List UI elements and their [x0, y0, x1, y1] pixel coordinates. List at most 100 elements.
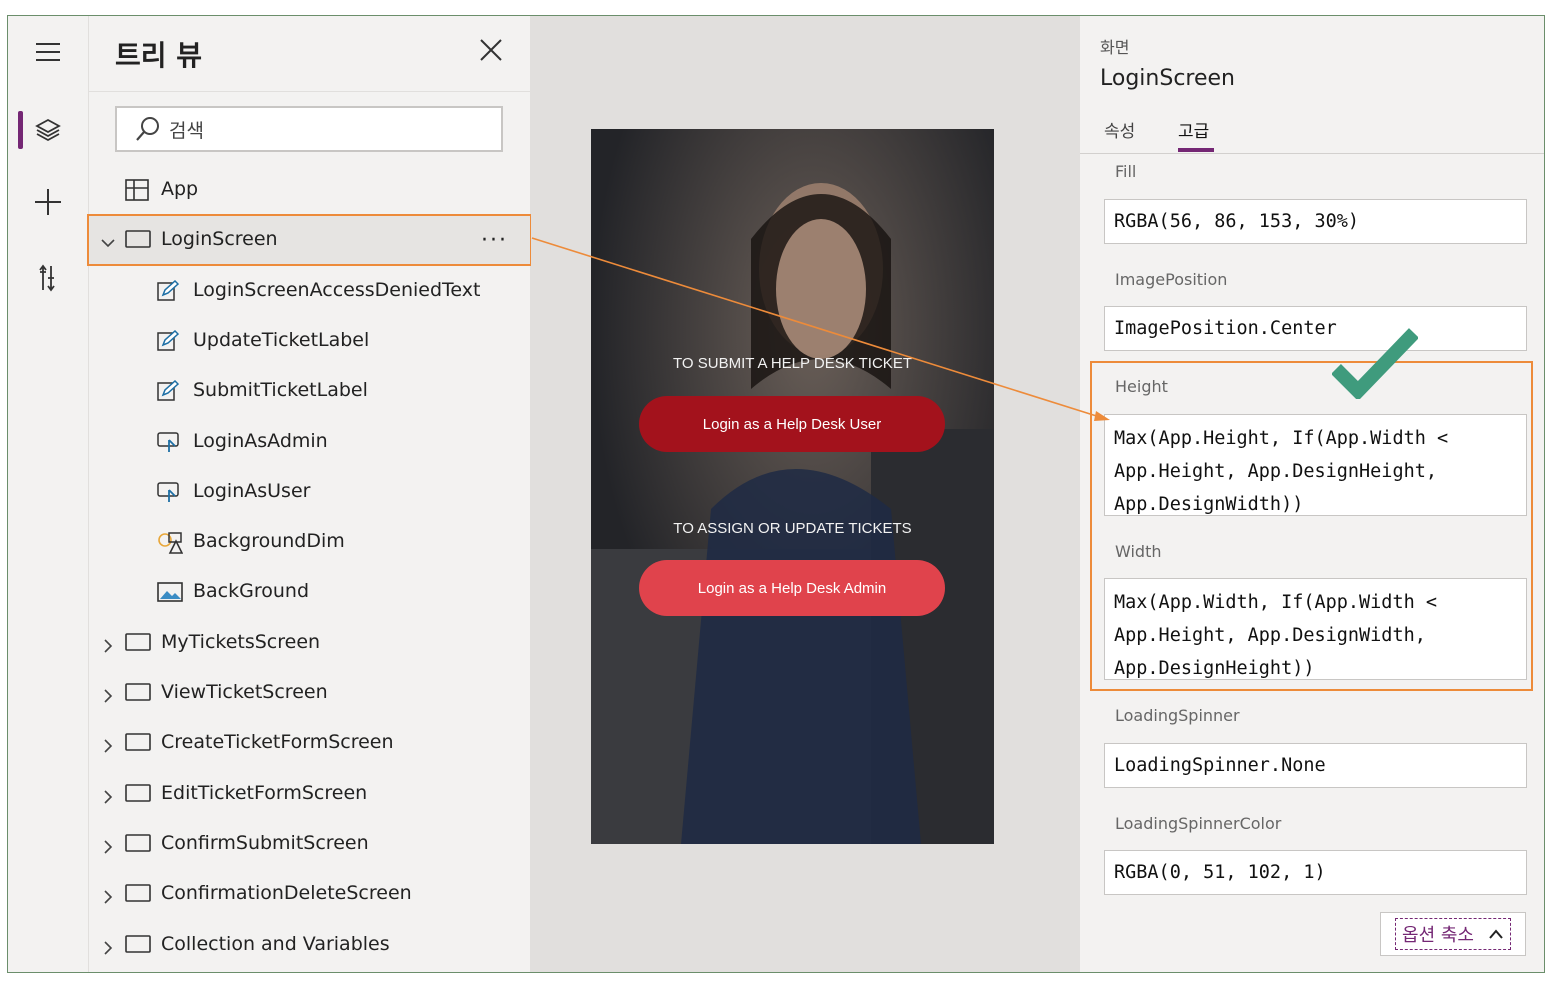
- tree-node[interactable]: BackgroundDim: [89, 518, 530, 566]
- chevron-right-icon[interactable]: [101, 887, 115, 904]
- tree-node-label: Collection and Variables: [161, 932, 390, 955]
- checkmark-icon: [1331, 327, 1420, 403]
- button-icon: [157, 431, 183, 453]
- screen-icon: [125, 883, 151, 905]
- image-position-input[interactable]: ImagePosition.Center: [1104, 306, 1527, 351]
- image-position-label: ImagePosition: [1115, 270, 1228, 289]
- screen-icon: [125, 833, 151, 855]
- chevron-down-icon[interactable]: [101, 233, 115, 248]
- tree-node[interactable]: ViewTicketScreen: [89, 669, 530, 717]
- edit-label-icon: [157, 380, 183, 402]
- tree-node-label: ViewTicketScreen: [161, 681, 328, 703]
- loading-spinner-input[interactable]: LoadingSpinner.None: [1104, 743, 1527, 788]
- shape-icon: [157, 531, 184, 554]
- height-input[interactable]: Max(App.Height, If(App.Width < App.Heigh…: [1104, 414, 1527, 516]
- search-icon: [135, 116, 161, 142]
- tree-node[interactable]: UpdateTicketLabel: [89, 317, 530, 365]
- divider: [89, 91, 530, 92]
- screen-name: LoginScreen: [1100, 66, 1235, 91]
- screen-icon: [125, 229, 151, 251]
- tree-node-label: EditTicketFormScreen: [161, 781, 368, 804]
- chevron-right-icon[interactable]: [101, 837, 115, 854]
- loading-spinner-label: LoadingSpinner: [1115, 706, 1240, 725]
- height-label: Height: [1115, 377, 1168, 396]
- fill-label: Fill: [1115, 162, 1137, 181]
- app-icon: [125, 179, 151, 201]
- height-formula-line: Max(App.Height, If(App.Width <: [1114, 428, 1449, 449]
- chevron-up-icon: [1488, 928, 1504, 940]
- active-tab-indicator: [1178, 148, 1214, 152]
- divider: [1080, 153, 1544, 154]
- tab-advanced[interactable]: 고급: [1178, 117, 1209, 142]
- chevron-right-icon[interactable]: [101, 787, 115, 804]
- chevron-right-icon[interactable]: [101, 686, 115, 703]
- screen-icon: [125, 682, 151, 704]
- tree-node[interactable]: BackGround: [89, 568, 530, 616]
- tree-node-label: LoginScreenAccessDeniedText: [193, 278, 481, 301]
- tree-view-title: 트리 뷰: [115, 39, 203, 72]
- chevron-right-icon[interactable]: [101, 938, 115, 955]
- screen-icon: [125, 632, 151, 654]
- login-screen-preview[interactable]: TO SUBMIT A HELP DESK TICKET Login as a …: [591, 129, 994, 844]
- height-formula-line: App.Height, App.DesignHeight,: [1114, 461, 1438, 482]
- tree-node[interactable]: SubmitTicketLabel: [89, 367, 530, 415]
- screen-icon: [125, 934, 151, 956]
- login-as-user-button[interactable]: Login as a Help Desk User: [639, 396, 945, 452]
- width-label: Width: [1115, 542, 1162, 561]
- height-formula-line: App.DesignWidth)): [1114, 494, 1304, 515]
- close-icon[interactable]: [479, 38, 503, 62]
- background-photo: [591, 129, 994, 844]
- width-formula-line: Max(App.Width, If(App.Width <: [1114, 592, 1438, 613]
- tree-view-panel: 트리 뷰 검색 App LoginScreen ··· LoginScreenAcce…: [87, 16, 532, 972]
- tree-node[interactable]: CreateTicketFormScreen: [89, 719, 530, 767]
- tree-node[interactable]: LoginAsAdmin: [89, 418, 530, 466]
- loading-spinner-color-input[interactable]: RGBA(0, 51, 102, 1): [1104, 850, 1527, 895]
- tree-node-label: LoginAsAdmin: [193, 429, 328, 452]
- tree-node[interactable]: ConfirmSubmitScreen: [89, 820, 530, 868]
- tree-node-label: App: [161, 178, 199, 200]
- search-placeholder: 검색: [169, 119, 204, 142]
- tree-node[interactable]: Collection and Variables: [89, 921, 530, 969]
- edit-label-icon: [157, 329, 183, 352]
- tree-node[interactable]: MyTicketsScreen: [89, 619, 530, 667]
- tools-icon[interactable]: [8, 250, 88, 306]
- plus-icon[interactable]: [8, 174, 88, 230]
- submit-ticket-label: TO SUBMIT A HELP DESK TICKET: [673, 355, 912, 372]
- design-canvas: TO SUBMIT A HELP DESK TICKET Login as a …: [531, 16, 1079, 972]
- update-ticket-label: TO ASSIGN OR UPDATE TICKETS: [673, 520, 912, 537]
- tree-node[interactable]: LoginScreenAccessDeniedText: [89, 267, 530, 315]
- tree-node-label: MyTicketsScreen: [161, 630, 321, 653]
- tree-node[interactable]: App: [89, 166, 530, 214]
- loading-spinner-color-label: LoadingSpinnerColor: [1115, 814, 1282, 833]
- tree-node[interactable]: LoginAsUser: [89, 468, 530, 516]
- left-rail: [8, 16, 89, 972]
- tree-node[interactable]: EditTicketFormScreen: [89, 770, 530, 818]
- chevron-right-icon[interactable]: [101, 636, 115, 653]
- screen-icon: [125, 783, 151, 805]
- tab-properties[interactable]: 속성: [1104, 117, 1135, 142]
- more-options-icon[interactable]: ···: [481, 228, 508, 253]
- collapse-options-label: 옵션 축소: [1402, 925, 1474, 946]
- tree-node-label: UpdateTicketLabel: [193, 328, 370, 351]
- tree-node[interactable]: LoginScreen ···: [87, 214, 532, 267]
- search-input[interactable]: 검색: [115, 106, 503, 152]
- collapse-options-button[interactable]: 옵션 축소: [1380, 912, 1526, 956]
- edit-label-icon: [157, 279, 183, 302]
- tree-node-label: ConfirmationDeleteScreen: [161, 882, 412, 905]
- width-formula-line: App.DesignHeight)): [1114, 658, 1315, 679]
- login-as-admin-button[interactable]: Login as a Help Desk Admin: [639, 560, 945, 616]
- hamburger-menu-icon[interactable]: [8, 24, 88, 80]
- app-window: 트리 뷰 검색 App LoginScreen ··· LoginScreenAcce…: [7, 15, 1545, 973]
- tree-node[interactable]: ConfirmationDeleteScreen: [89, 870, 530, 918]
- layers-icon[interactable]: [8, 102, 88, 158]
- button-icon: [157, 481, 183, 503]
- tree-node-label: BackGround: [193, 580, 310, 603]
- chevron-right-icon[interactable]: [101, 736, 115, 753]
- screen-kind-label: 화면: [1100, 38, 1130, 57]
- tree-node-label: LoginAsUser: [193, 479, 311, 502]
- fill-input[interactable]: RGBA(56, 86, 153, 30%): [1104, 199, 1527, 244]
- width-input[interactable]: Max(App.Width, If(App.Width < App.Height…: [1104, 578, 1527, 680]
- width-formula-line: App.Height, App.DesignWidth,: [1114, 625, 1426, 646]
- image-icon: [157, 581, 183, 603]
- tree-node-label: LoginScreen: [161, 228, 278, 251]
